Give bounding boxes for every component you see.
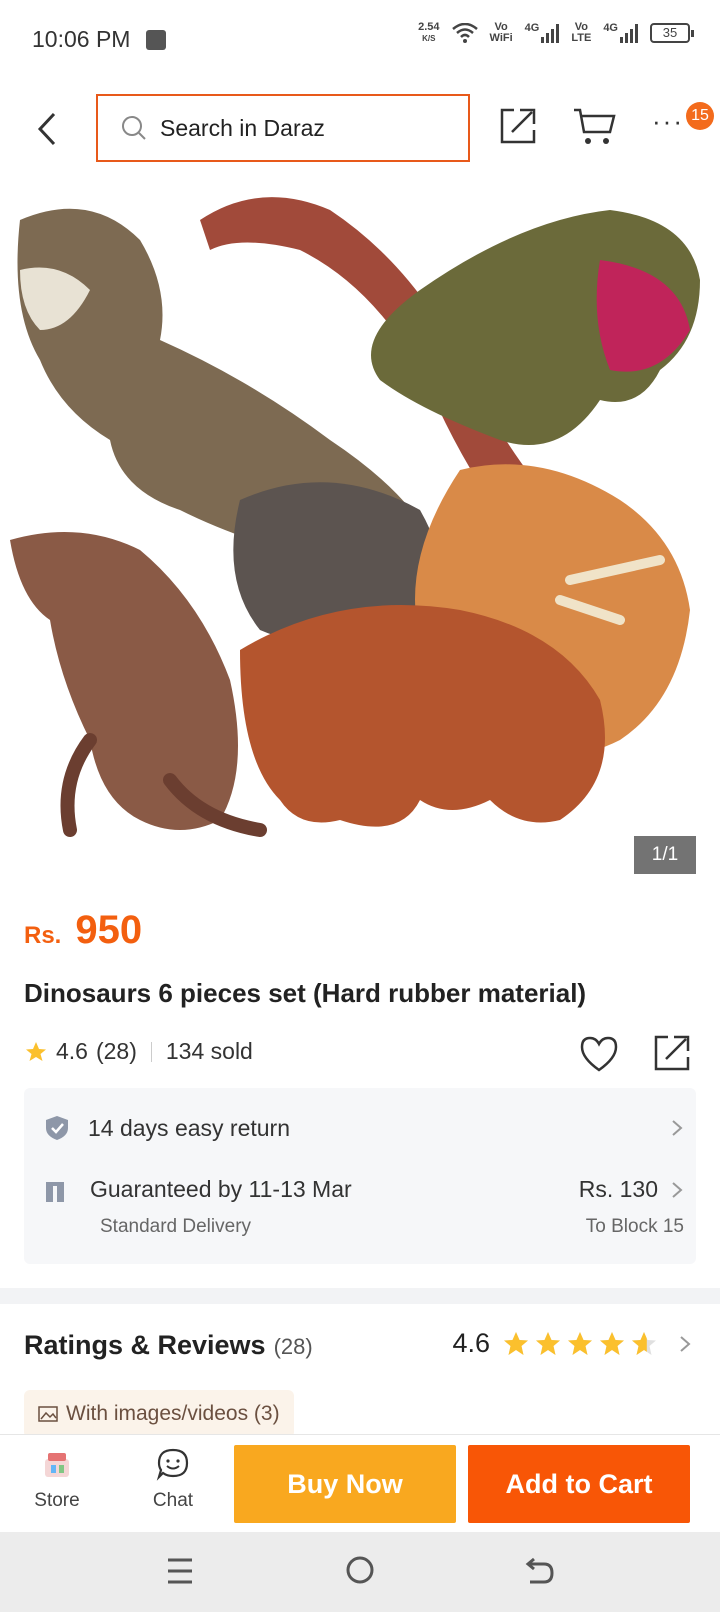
volte-label: Vo LTE (571, 22, 591, 44)
network-type-1: 4G (524, 22, 540, 34)
search-placeholder: Search in Daraz (160, 114, 325, 141)
price-currency: Rs. (24, 922, 62, 949)
status-indicators: 2.54 K/S Vo WiFi 4G Vo LTE 4G 35 (418, 22, 694, 44)
image-counter: 1/1 (634, 836, 696, 874)
star-icon (600, 1331, 624, 1355)
delivery-icon (46, 1182, 64, 1202)
ratings-summary[interactable]: 4.6 (452, 1328, 692, 1359)
image-icon (38, 1406, 58, 1422)
share-icon[interactable] (496, 104, 540, 148)
star-icon (504, 1331, 528, 1355)
return-text: 14 days easy return (88, 1114, 291, 1141)
shield-icon (46, 1116, 68, 1140)
status-time: 10:06 PM (32, 26, 131, 52)
notification-icon (146, 30, 166, 50)
price-value: 950 (75, 908, 143, 952)
speed-unit: K/S (422, 34, 436, 43)
store-icon (45, 1453, 69, 1477)
delivery-fee: Rs. 130 (578, 1176, 658, 1202)
chat-button[interactable]: Chat (136, 1447, 210, 1523)
vowifi-label: Vo WiFi (490, 22, 513, 44)
buy-now-button[interactable]: Buy Now (234, 1445, 456, 1523)
sold-count: 134 sold (165, 1038, 253, 1064)
store-button[interactable]: Store (20, 1447, 94, 1523)
cart-badge: 15 (686, 102, 714, 130)
heart-icon[interactable] (578, 1034, 620, 1074)
meta-divider (150, 1041, 152, 1062)
back-nav-icon[interactable] (522, 1554, 556, 1588)
product-meta: 4.6 (28) 134 sold (24, 1038, 253, 1065)
star-icon (536, 1331, 560, 1355)
ratings-count: (28) (273, 1334, 313, 1359)
service-card[interactable]: 14 days easy return Guaranteed by 11-13 … (24, 1088, 696, 1264)
chat-icon (156, 1448, 189, 1481)
cart-icon[interactable] (572, 106, 618, 148)
dinosaur-image (10, 197, 700, 837)
delivery-type: Standard Delivery (100, 1216, 252, 1237)
chat-label: Chat (152, 1490, 194, 1511)
product-image[interactable]: 1/1 (0, 180, 720, 890)
battery-icon: 35 (650, 23, 694, 43)
price: Rs. 950 (24, 908, 142, 953)
signal-icon-1 (541, 23, 560, 43)
vowifi-bottom: WiFi (489, 32, 513, 44)
menu-icon[interactable] (164, 1554, 196, 1588)
signal-icon-2 (620, 23, 638, 43)
star-icon (632, 1331, 656, 1355)
delivery-destination: To Block 15 (585, 1216, 684, 1237)
rating-value: 4.6 (56, 1038, 88, 1064)
add-to-cart-button[interactable]: Add to Cart (468, 1445, 690, 1523)
rating-score: 4.6 (452, 1328, 490, 1358)
chevron-right-icon (672, 1182, 683, 1198)
header: Search in Daraz ··· 15 (0, 80, 720, 180)
store-label: Store (34, 1490, 80, 1511)
network-type-2: 4G (603, 22, 618, 34)
rating-count[interactable]: (28) (96, 1038, 137, 1065)
star-icon (568, 1331, 592, 1355)
chevron-right-icon (672, 1120, 683, 1136)
product-title: Dinosaurs 6 pieces set (Hard rubber mate… (24, 978, 587, 1008)
ratings-header[interactable]: Ratings & Reviews (28) (24, 1330, 313, 1361)
chevron-right-icon (680, 1335, 691, 1352)
back-arrow-icon[interactable] (30, 104, 66, 154)
delivery-row[interactable]: Guaranteed by 11-13 Mar Standard Deliver… (44, 1176, 684, 1246)
search-icon (122, 116, 146, 140)
ratings-title: Ratings & Reviews (24, 1330, 266, 1360)
star-icon (26, 1041, 46, 1061)
wifi-icon (451, 23, 478, 43)
section-divider (0, 1288, 720, 1304)
action-bar: Store Chat Buy Now Add to Cart (0, 1434, 720, 1532)
share-icon[interactable] (652, 1032, 694, 1074)
network-speed: 2.54 K/S (418, 22, 439, 44)
volte-bottom: LTE (571, 32, 592, 44)
home-icon[interactable] (344, 1554, 376, 1586)
delivery-text: Guaranteed by 11-13 Mar (90, 1176, 352, 1202)
star-rating (502, 1330, 658, 1358)
system-nav-bar (0, 1532, 720, 1612)
search-input[interactable]: Search in Daraz (96, 94, 470, 162)
speed-value: 2.54 (418, 21, 440, 33)
images-videos-filter[interactable]: With images/videos (3) (24, 1390, 294, 1438)
images-videos-label: With images/videos (3) (66, 1402, 280, 1425)
return-policy-row[interactable]: 14 days easy return (44, 1106, 684, 1150)
status-bar: 10:06 PM 2.54 K/S Vo WiFi 4G Vo LTE 4G 3 (0, 0, 720, 80)
